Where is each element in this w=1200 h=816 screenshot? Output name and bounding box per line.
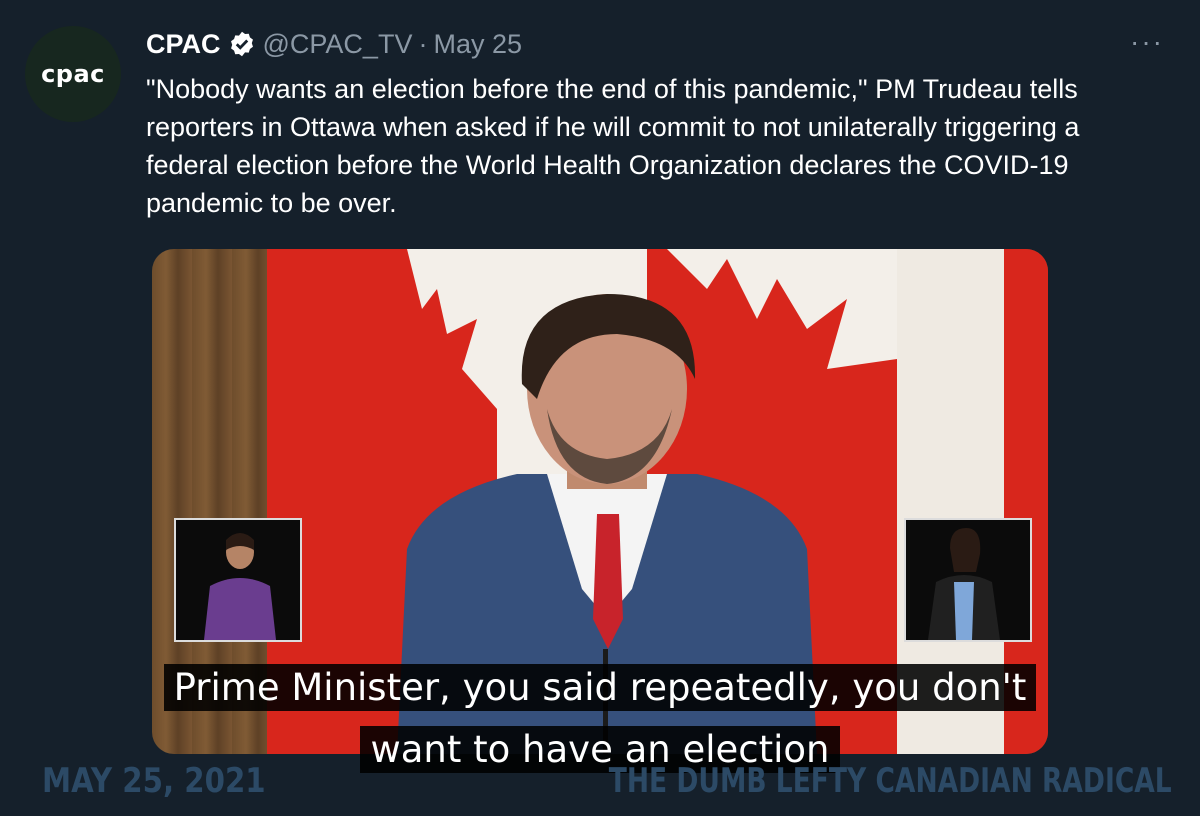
interpreter-right-figure bbox=[928, 528, 1000, 640]
tweet-text: "Nobody wants an election before the end… bbox=[146, 74, 1080, 218]
header-separator: · bbox=[418, 28, 428, 59]
watermark-date: MAY 25, 2021 bbox=[42, 761, 266, 801]
sign-interpreter-right bbox=[904, 518, 1032, 642]
interpreter-left-figure bbox=[204, 533, 276, 640]
tweet-date[interactable]: May 25 bbox=[433, 29, 522, 60]
avatar-logo-text: cpac bbox=[41, 60, 105, 88]
verified-badge-icon bbox=[230, 31, 253, 57]
author-handle[interactable]: @CPAC_TV bbox=[263, 29, 413, 60]
subtitle-line-1: Prime Minister, you said repeatedly, you… bbox=[0, 664, 1200, 711]
more-options-icon[interactable]: ··· bbox=[1130, 26, 1164, 58]
watermark-credit: THE DUMB LEFTY CANADIAN RADICAL bbox=[609, 761, 1172, 801]
cpac-avatar[interactable]: cpac bbox=[25, 26, 121, 122]
sign-interpreter-left bbox=[174, 518, 302, 642]
subtitle-text-1: Prime Minister, you said repeatedly, you… bbox=[163, 664, 1037, 711]
author-name[interactable]: CPAC bbox=[146, 29, 221, 60]
tweet-header: CPAC @CPAC_TV · May 25 bbox=[146, 26, 522, 62]
